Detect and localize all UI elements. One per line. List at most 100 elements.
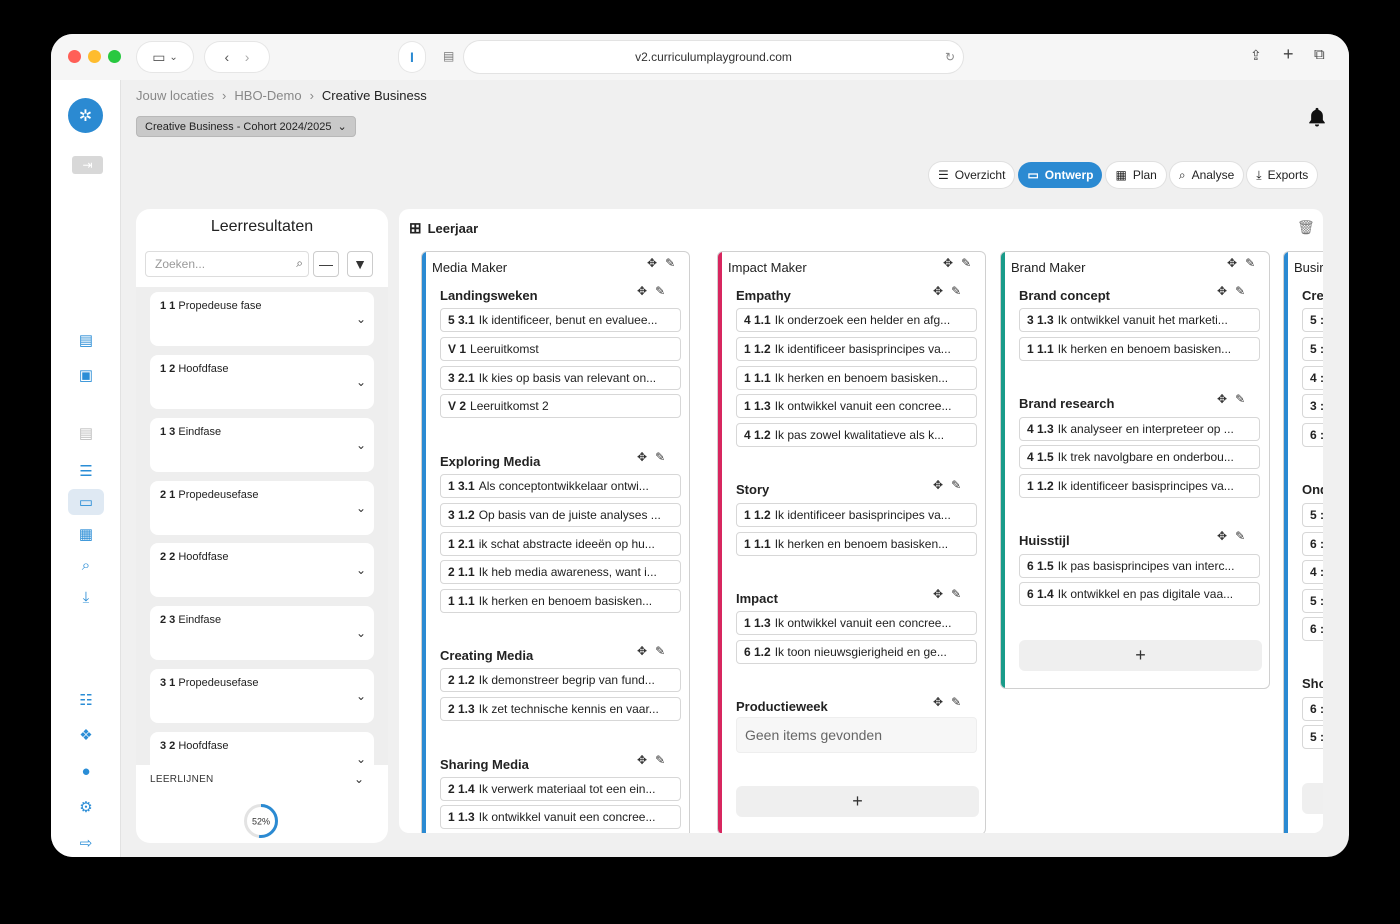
list-item[interactable]: 1 1.3 Ik ontwikkel vanuit een concree... <box>440 805 681 829</box>
forward-icon[interactable]: › <box>245 49 250 65</box>
list-item[interactable]: 5 3.1 Ik identificeer, benut en evaluee..… <box>440 308 681 332</box>
sliders-icon[interactable]: ☷ <box>68 687 104 713</box>
pencil-icon[interactable]: ✎ <box>951 587 961 601</box>
list-item[interactable]: 6 : <box>1302 423 1323 447</box>
move-icon[interactable]: ✥ <box>943 256 953 270</box>
list-item[interactable]: 1 3.1 Als conceptontwikkelaar ontwi... <box>440 474 681 498</box>
trash-icon[interactable]: 🗑 <box>1297 219 1315 236</box>
pencil-icon[interactable]: ✎ <box>655 450 665 464</box>
list-item[interactable]: 4 : <box>1302 560 1323 584</box>
search-icon[interactable]: ⌕ <box>68 552 104 578</box>
search-icon[interactable]: ⌕ <box>296 256 303 271</box>
app-logo[interactable]: ✲ <box>68 98 103 133</box>
list-item[interactable]: 4 1.3 Ik analyseer en interpreteer op ... <box>1019 417 1260 441</box>
list-item[interactable]: 6 1.5 Ik pas basisprincipes van interc... <box>1019 554 1260 578</box>
tab-ontwerp[interactable]: ▭ Ontwerp <box>1018 162 1103 188</box>
list-item[interactable]: 6 1.2 Ik toon nieuwsgierigheid en ge... <box>736 640 977 664</box>
url-bar[interactable]: v2.curriculumplayground.com ↻ <box>464 41 963 73</box>
filter-button[interactable]: ▼ <box>347 251 373 277</box>
move-icon[interactable]: ✥ <box>637 284 647 298</box>
phase-item[interactable]: 2 2 Hoofdfase ⌄ <box>150 543 374 597</box>
move-icon[interactable]: ✥ <box>933 284 943 298</box>
tab-plan[interactable]: ▦ Plan <box>1106 162 1166 188</box>
move-icon[interactable]: ✥ <box>647 256 657 270</box>
phase-item[interactable]: 1 1 Propedeuse fase ⌄ <box>150 292 374 346</box>
list-item[interactable]: 1 1.2 Ik identificeer basisprincipes va..… <box>736 337 977 361</box>
book-icon[interactable]: ▤ <box>68 327 104 353</box>
clipboard-icon[interactable]: ▣ <box>68 362 104 388</box>
move-icon[interactable]: ✥ <box>637 753 647 767</box>
pencil-icon[interactable]: ✎ <box>1235 529 1245 543</box>
move-icon[interactable]: ✥ <box>1227 256 1237 270</box>
chevron-down-icon[interactable]: ⌄ <box>356 375 366 389</box>
list-item[interactable]: 1 1.1 Ik herken en benoem basisken... <box>1019 337 1260 361</box>
chevron-down-icon[interactable]: ⌄ <box>356 563 366 577</box>
cohort-select[interactable]: Creative Business - Cohort 2024/2025 ⌄ <box>136 116 356 137</box>
list-item[interactable]: 3 2.1 Ik kies op basis van relevant on... <box>440 366 681 390</box>
chevron-down-icon[interactable]: ⌄ <box>356 626 366 640</box>
phase-item[interactable]: 2 1 Propedeusefase ⌄ <box>150 481 374 535</box>
move-icon[interactable]: ✥ <box>933 695 943 709</box>
list-item[interactable]: 3 1.2 Op basis van de juiste analyses ... <box>440 503 681 527</box>
maximize-window-button[interactable] <box>108 50 121 63</box>
list-item[interactable]: 2 1.2 Ik demonstreer begrip van fund... <box>440 668 681 692</box>
list-item[interactable]: 5 : <box>1302 725 1323 749</box>
document-icon[interactable]: ▤ <box>68 420 104 446</box>
close-window-button[interactable] <box>68 50 81 63</box>
add-group-button[interactable]: + <box>736 786 979 817</box>
pencil-icon[interactable]: ✎ <box>655 753 665 767</box>
chevron-down-icon[interactable]: ⌄ <box>356 438 366 452</box>
minimize-window-button[interactable] <box>88 50 101 63</box>
list-icon[interactable]: ☰ <box>68 458 104 484</box>
pencil-icon[interactable]: ✎ <box>951 478 961 492</box>
list-item[interactable]: 1 1.1 Ik herken en benoem basisken... <box>736 366 977 390</box>
download-icon[interactable]: ⤓ <box>68 584 104 610</box>
gear-icon[interactable]: ⚙ <box>68 794 104 820</box>
phase-item[interactable]: 3 2 Hoofdfase ⌄ <box>150 732 374 765</box>
pencil-icon[interactable]: ✎ <box>951 695 961 709</box>
list-item[interactable]: 1 1.1 Ik herken en benoem basisken... <box>440 589 681 613</box>
phase-item[interactable]: 1 2 Hoofdfase ⌄ <box>150 355 374 409</box>
reload-icon[interactable]: ↻ <box>945 50 955 64</box>
list-item[interactable]: 2 1.3 Ik zet technische kennis en vaar... <box>440 697 681 721</box>
collapse-sidebar-icon[interactable]: ⇥ <box>72 156 103 174</box>
list-item[interactable]: 5 : <box>1302 308 1323 332</box>
bell-icon[interactable] <box>1306 106 1328 128</box>
search-input[interactable]: Zoeken... ⌕ <box>145 251 309 277</box>
list-item[interactable]: 6 : <box>1302 697 1323 721</box>
list-item[interactable]: 6 : <box>1302 617 1323 641</box>
pencil-icon[interactable]: ✎ <box>1235 284 1245 298</box>
tab-overzicht[interactable]: ☰ Overzicht <box>929 162 1015 188</box>
share-icon[interactable]: ⇪ <box>1250 47 1262 64</box>
list-item[interactable]: 2 1.1 Ik heb media awareness, want i... <box>440 560 681 584</box>
move-icon[interactable]: ✥ <box>1217 284 1227 298</box>
list-item[interactable]: 1 1.1 Ik herken en benoem basisken... <box>736 532 977 556</box>
list-item[interactable]: 1 1.2 Ik identificeer basisprincipes va..… <box>1019 474 1260 498</box>
list-item[interactable]: 1 2.1 ik schat abstracte ideeën op hu... <box>440 532 681 556</box>
list-item[interactable]: 4 1.1 Ik onderzoek een helder en afg... <box>736 308 977 332</box>
add-group-button[interactable] <box>1302 783 1323 814</box>
phase-item[interactable]: 2 3 Eindfase ⌄ <box>150 606 374 660</box>
chevron-down-icon[interactable]: ⌄ <box>356 752 366 765</box>
user-icon[interactable]: ● <box>68 758 104 784</box>
pencil-icon[interactable]: ✎ <box>665 256 675 270</box>
tab-analyse[interactable]: ⌕ Analyse <box>1169 162 1244 188</box>
pencil-icon[interactable]: ✎ <box>655 284 665 298</box>
chevron-down-icon[interactable]: ⌄ <box>356 312 366 326</box>
pencil-icon[interactable]: ✎ <box>1245 256 1255 270</box>
tabs-overview-icon[interactable]: ⧉ <box>1314 46 1325 63</box>
new-tab-icon[interactable]: + <box>1283 44 1294 65</box>
breadcrumb-item[interactable]: HBO-Demo <box>234 88 301 103</box>
list-item[interactable]: 5 : <box>1302 503 1323 527</box>
chevron-down-icon[interactable]: ⌄ <box>356 689 366 703</box>
list-item[interactable]: 3 : <box>1302 394 1323 418</box>
list-item[interactable]: V 2 Leeruitkomst 2 <box>440 394 681 418</box>
pencil-icon[interactable]: ✎ <box>961 256 971 270</box>
list-item[interactable]: 5 : <box>1302 589 1323 613</box>
leerlijnen-header[interactable]: LEERLIJNEN <box>150 774 214 785</box>
list-item[interactable]: 6 1.4 Ik ontwikkel en pas digitale vaa... <box>1019 582 1260 606</box>
back-forward-buttons[interactable]: ‹ › <box>205 42 269 72</box>
pencil-icon[interactable]: ✎ <box>951 284 961 298</box>
move-icon[interactable]: ✥ <box>933 587 943 601</box>
phase-item[interactable]: 1 3 Eindfase ⌄ <box>150 418 374 472</box>
